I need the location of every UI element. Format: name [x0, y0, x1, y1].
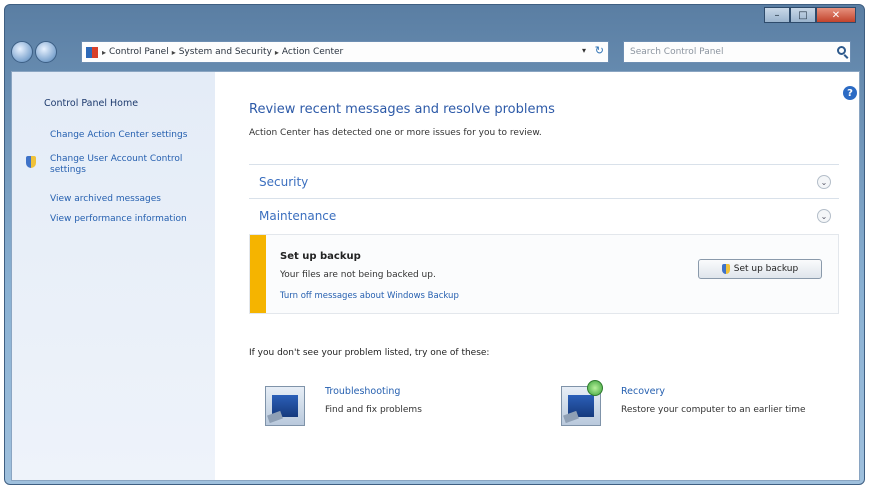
minimize-button[interactable]: – [764, 7, 790, 23]
navigation-bar: ▸ Control Panel ▸ System and Security ▸ … [11, 39, 858, 65]
address-dropdown-icon[interactable]: ▾ [582, 46, 586, 55]
restore-badge-icon [587, 380, 603, 396]
main-panel: ? Review recent messages and resolve pro… [215, 72, 859, 480]
chevron-down-icon[interactable]: ⌄ [817, 209, 831, 223]
security-section-label: Security [259, 175, 309, 189]
explorer-window: – □ ✕ ▸ Control Panel ▸ System and Secur… [4, 4, 865, 485]
breadcrumb-separator: ▸ [171, 47, 176, 57]
troubleshooting-tool[interactable]: Troubleshooting Find and fix problems [265, 382, 525, 434]
breadcrumb-separator: ▸ [274, 47, 279, 57]
breadcrumb-action-center[interactable]: Action Center [282, 47, 343, 57]
sidebar-home-link[interactable]: Control Panel Home [44, 98, 138, 109]
recovery-tool[interactable]: Recovery Restore your computer to an ear… [561, 380, 831, 434]
maximize-button[interactable]: □ [790, 7, 816, 23]
recovery-link[interactable]: Recovery [621, 386, 665, 397]
sidebar-link-change-action-center-settings[interactable]: Change Action Center settings [50, 130, 210, 141]
search-icon[interactable] [837, 46, 846, 55]
troubleshoot-hint: If you don't see your problem listed, tr… [249, 348, 490, 358]
turn-off-messages-link[interactable]: Turn off messages about Windows Backup [280, 291, 459, 301]
backup-alert: Set up backup Your files are not being b… [249, 234, 839, 314]
close-button[interactable]: ✕ [816, 7, 856, 23]
alert-severity-bar [250, 235, 266, 313]
refresh-icon[interactable]: ↻ [595, 44, 604, 57]
breadcrumb-separator: ▸ [102, 47, 107, 57]
caption-buttons: – □ ✕ [764, 7, 856, 23]
maintenance-section-label: Maintenance [259, 209, 337, 223]
recovery-description: Restore your computer to an earlier time [621, 405, 806, 415]
alert-description: Your files are not being backed up. [280, 270, 436, 280]
address-bar[interactable]: ▸ Control Panel ▸ System and Security ▸ … [81, 41, 609, 63]
troubleshooting-description: Find and fix problems [325, 405, 422, 415]
shield-icon [721, 264, 730, 274]
troubleshooting-link[interactable]: Troubleshooting [325, 386, 400, 397]
set-up-backup-button[interactable]: Set up backup [698, 259, 822, 279]
back-button[interactable] [11, 41, 33, 63]
sidebar-link-view-archived-messages[interactable]: View archived messages [50, 194, 210, 205]
sidebar-link-view-performance-information[interactable]: View performance information [50, 214, 210, 225]
breadcrumb-control-panel[interactable]: Control Panel [109, 47, 169, 57]
sidebar-link-change-uac-settings[interactable]: Change User Account Control settings [50, 154, 200, 176]
sidebar: Control Panel Home Change Action Center … [12, 72, 215, 480]
control-panel-icon [86, 46, 98, 58]
search-input[interactable]: Search Control Panel [623, 41, 851, 63]
page-title: Review recent messages and resolve probl… [249, 102, 555, 117]
forward-button[interactable] [35, 41, 57, 63]
troubleshooting-icon [265, 386, 305, 426]
breadcrumb-system-and-security[interactable]: System and Security [179, 47, 272, 57]
chevron-down-icon[interactable]: ⌄ [817, 175, 831, 189]
help-icon[interactable]: ? [843, 86, 857, 100]
alert-title: Set up backup [280, 251, 361, 262]
search-placeholder: Search Control Panel [630, 47, 724, 57]
page-subtitle: Action Center has detected one or more i… [249, 128, 542, 138]
content-area: Control Panel Home Change Action Center … [11, 71, 860, 481]
maintenance-section-header[interactable]: Maintenance ⌄ [249, 198, 839, 233]
uac-shield-icon [26, 156, 36, 168]
security-section-header[interactable]: Security ⌄ [249, 164, 839, 199]
set-up-backup-button-label: Set up backup [733, 264, 799, 274]
